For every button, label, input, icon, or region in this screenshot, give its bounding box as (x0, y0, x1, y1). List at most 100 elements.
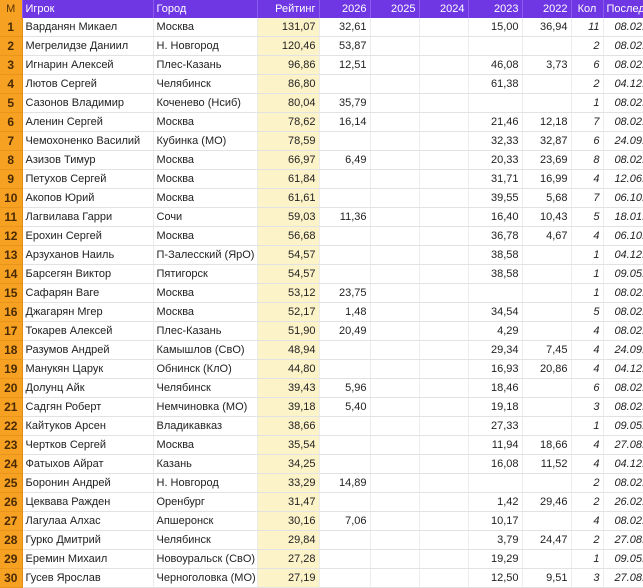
score-2024[interactable] (419, 397, 469, 417)
city-name[interactable]: Москва (153, 169, 258, 189)
games-count[interactable]: 1 (571, 245, 604, 265)
player-name[interactable]: Варданян Микаел (22, 18, 154, 37)
row-index[interactable]: 13 (0, 245, 23, 265)
score-2023[interactable]: 1,42 (468, 492, 523, 512)
row-index[interactable]: 15 (0, 283, 23, 303)
score-2025[interactable] (370, 226, 420, 246)
last-date[interactable]: 18.01.2026 (603, 207, 643, 227)
score-2023[interactable]: 4,29 (468, 321, 523, 341)
header-player[interactable]: Игрок (22, 0, 154, 18)
games-count[interactable]: 2 (571, 36, 604, 56)
score-2025[interactable] (370, 397, 420, 417)
row-index[interactable]: 26 (0, 492, 23, 512)
score-2024[interactable] (419, 435, 469, 455)
rating-value[interactable]: 44,80 (257, 359, 320, 379)
score-2022[interactable]: 29,46 (522, 492, 572, 512)
score-2023[interactable]: 29,34 (468, 340, 523, 360)
score-2024[interactable] (419, 74, 469, 94)
score-2024[interactable] (419, 530, 469, 550)
score-2023[interactable]: 21,46 (468, 112, 523, 132)
score-2026[interactable]: 20,49 (319, 321, 371, 341)
last-date[interactable]: 27.08.2023 (603, 568, 643, 588)
score-2024[interactable] (419, 55, 469, 75)
rating-value[interactable]: 131,07 (257, 18, 320, 37)
games-count[interactable]: 3 (571, 568, 604, 588)
score-2025[interactable] (370, 74, 420, 94)
row-index[interactable]: 11 (0, 207, 23, 227)
rating-value[interactable]: 96,86 (257, 55, 320, 75)
score-2026[interactable]: 32,61 (319, 18, 371, 37)
last-date[interactable]: 04.12.2023 (603, 74, 643, 94)
player-name[interactable]: Джагарян Мгер (22, 302, 154, 322)
player-name[interactable]: Еремин Михаил (22, 549, 154, 569)
last-date[interactable]: 08.02.2026 (603, 18, 643, 37)
score-2023[interactable]: 16,40 (468, 207, 523, 227)
player-name[interactable]: Азизов Тимур (22, 150, 154, 170)
score-2025[interactable] (370, 435, 420, 455)
last-date[interactable]: 09.05.2023 (603, 416, 643, 436)
player-name[interactable]: Гусев Ярослав (22, 568, 154, 588)
city-name[interactable]: Москва (153, 226, 258, 246)
score-2026[interactable]: 7,06 (319, 511, 371, 531)
last-date[interactable]: 08.02.2026 (603, 473, 643, 493)
player-name[interactable]: Манукян Царук (22, 359, 154, 379)
games-count[interactable]: 3 (571, 397, 604, 417)
score-2026[interactable]: 16,14 (319, 112, 371, 132)
score-2023[interactable]: 38,58 (468, 264, 523, 284)
score-2022[interactable] (522, 378, 572, 398)
score-2024[interactable] (419, 359, 469, 379)
games-count[interactable]: 1 (571, 416, 604, 436)
score-2025[interactable] (370, 359, 420, 379)
row-index[interactable]: 21 (0, 397, 23, 417)
player-name[interactable]: Акопов Юрий (22, 188, 154, 208)
rating-value[interactable]: 39,18 (257, 397, 320, 417)
score-2025[interactable] (370, 18, 420, 37)
header-kol[interactable]: Кол (571, 0, 604, 18)
score-2023[interactable] (468, 93, 523, 113)
row-index[interactable]: 25 (0, 473, 23, 493)
score-2023[interactable]: 11,94 (468, 435, 523, 455)
games-count[interactable]: 5 (571, 207, 604, 227)
score-2025[interactable] (370, 530, 420, 550)
score-2026[interactable]: 5,96 (319, 378, 371, 398)
player-name[interactable]: Барсегян Виктор (22, 264, 154, 284)
score-2022[interactable] (522, 397, 572, 417)
rating-value[interactable]: 27,19 (257, 568, 320, 588)
player-name[interactable]: Сафарян Ваге (22, 283, 154, 303)
score-2026[interactable] (319, 454, 371, 474)
score-2024[interactable] (419, 226, 469, 246)
score-2024[interactable] (419, 492, 469, 512)
score-2026[interactable] (319, 340, 371, 360)
rating-value[interactable]: 27,28 (257, 549, 320, 569)
games-count[interactable]: 4 (571, 169, 604, 189)
rating-value[interactable]: 54,57 (257, 264, 320, 284)
rating-value[interactable]: 39,43 (257, 378, 320, 398)
last-date[interactable]: 04.12.2023 (603, 245, 643, 265)
games-count[interactable]: 7 (571, 112, 604, 132)
games-count[interactable]: 4 (571, 435, 604, 455)
score-2022[interactable] (522, 321, 572, 341)
city-name[interactable]: Черноголовка (МО) (153, 568, 258, 588)
score-2022[interactable] (522, 549, 572, 569)
row-index[interactable]: 3 (0, 55, 23, 75)
last-date[interactable]: 08.02.2026 (603, 302, 643, 322)
score-2024[interactable] (419, 568, 469, 588)
score-2025[interactable] (370, 93, 420, 113)
games-count[interactable]: 2 (571, 530, 604, 550)
last-date[interactable]: 06.10.2023 (603, 226, 643, 246)
score-2022[interactable] (522, 245, 572, 265)
row-index[interactable]: 19 (0, 359, 23, 379)
score-2025[interactable] (370, 549, 420, 569)
header-m[interactable]: М (0, 0, 23, 18)
city-name[interactable]: Кубинка (МО) (153, 131, 258, 151)
score-2025[interactable] (370, 131, 420, 151)
score-2023[interactable]: 32,33 (468, 131, 523, 151)
rating-value[interactable]: 34,25 (257, 454, 320, 474)
rating-value[interactable]: 59,03 (257, 207, 320, 227)
city-name[interactable]: Н. Новгород (153, 473, 258, 493)
score-2026[interactable]: 6,49 (319, 150, 371, 170)
city-name[interactable]: Плес-Казань (153, 55, 258, 75)
score-2025[interactable] (370, 188, 420, 208)
player-name[interactable]: Садгян Роберт (22, 397, 154, 417)
rating-value[interactable]: 48,94 (257, 340, 320, 360)
